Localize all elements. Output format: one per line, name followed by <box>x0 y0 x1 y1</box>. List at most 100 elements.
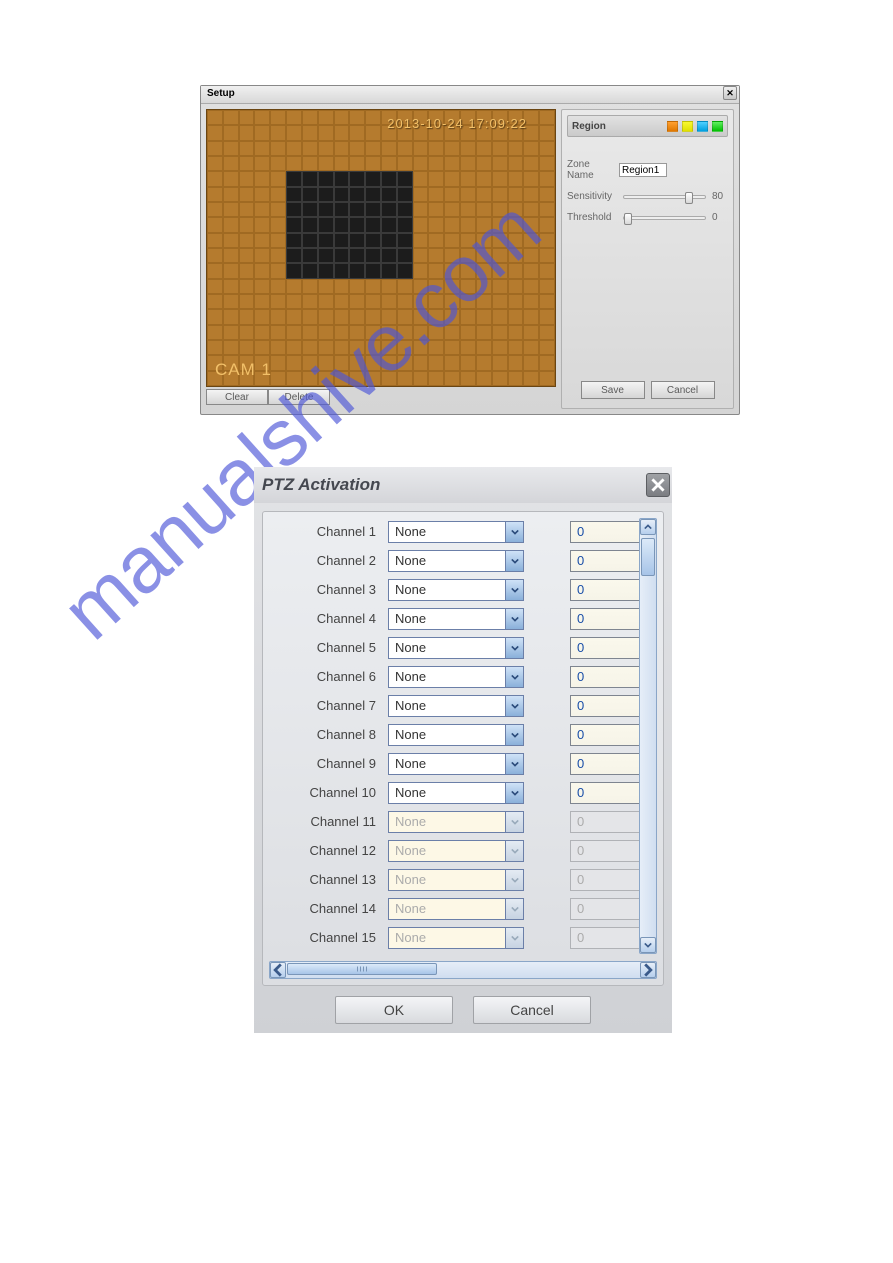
grid-cell[interactable] <box>460 156 476 171</box>
grid-cell[interactable] <box>286 294 302 309</box>
grid-cell[interactable] <box>302 325 318 340</box>
grid-cell[interactable] <box>381 309 397 324</box>
grid-cell[interactable] <box>270 371 286 386</box>
motion-grid[interactable]: 2013-10-24 17:09:22 CAM 1 <box>206 109 556 387</box>
grid-cell[interactable] <box>460 309 476 324</box>
grid-cell[interactable] <box>492 340 508 355</box>
grid-cell[interactable] <box>508 263 524 278</box>
grid-cell[interactable] <box>239 325 255 340</box>
grid-cell[interactable] <box>365 248 381 263</box>
grid-cell[interactable] <box>207 171 223 186</box>
grid-cell[interactable] <box>239 141 255 156</box>
grid-cell[interactable] <box>318 263 334 278</box>
grid-cell[interactable] <box>349 187 365 202</box>
channel-value-input[interactable] <box>570 753 646 775</box>
grid-cell[interactable] <box>365 202 381 217</box>
grid-cell[interactable] <box>397 233 413 248</box>
grid-cell[interactable] <box>302 294 318 309</box>
grid-cell[interactable] <box>476 355 492 370</box>
vscroll-thumb[interactable] <box>641 538 655 576</box>
grid-cell[interactable] <box>318 309 334 324</box>
grid-cell[interactable] <box>254 202 270 217</box>
grid-cell[interactable] <box>539 202 555 217</box>
grid-cell[interactable] <box>365 187 381 202</box>
grid-cell[interactable] <box>365 325 381 340</box>
grid-cell[interactable] <box>365 217 381 232</box>
grid-cell[interactable] <box>270 263 286 278</box>
grid-cell[interactable] <box>476 187 492 202</box>
grid-cell[interactable] <box>460 171 476 186</box>
grid-cell[interactable] <box>476 340 492 355</box>
grid-cell[interactable] <box>254 248 270 263</box>
grid-cell[interactable] <box>302 371 318 386</box>
grid-cell[interactable] <box>413 202 429 217</box>
grid-cell[interactable] <box>334 141 350 156</box>
grid-cell[interactable] <box>270 125 286 140</box>
grid-cell[interactable] <box>428 294 444 309</box>
grid-cell[interactable] <box>523 202 539 217</box>
grid-cell[interactable] <box>539 325 555 340</box>
grid-cell[interactable] <box>381 294 397 309</box>
grid-cell[interactable] <box>381 187 397 202</box>
grid-cell[interactable] <box>460 263 476 278</box>
grid-cell[interactable] <box>302 309 318 324</box>
region-swatch-green[interactable] <box>712 121 723 132</box>
grid-cell[interactable] <box>460 294 476 309</box>
grid-cell[interactable] <box>334 187 350 202</box>
grid-cell[interactable] <box>476 309 492 324</box>
grid-cell[interactable] <box>444 233 460 248</box>
grid-cell[interactable] <box>397 202 413 217</box>
grid-cell[interactable] <box>223 156 239 171</box>
grid-cell[interactable] <box>349 156 365 171</box>
grid-cell[interactable] <box>334 110 350 125</box>
grid-cell[interactable] <box>381 217 397 232</box>
scroll-right-button[interactable] <box>640 962 656 978</box>
grid-cell[interactable] <box>444 371 460 386</box>
grid-cell[interactable] <box>539 156 555 171</box>
grid-cell[interactable] <box>508 171 524 186</box>
region-swatch-cyan[interactable] <box>697 121 708 132</box>
grid-cell[interactable] <box>302 279 318 294</box>
select-dropdown-button[interactable] <box>505 638 523 658</box>
grid-cell[interactable] <box>476 279 492 294</box>
grid-cell[interactable] <box>207 141 223 156</box>
ptz-ok-button[interactable]: OK <box>335 996 453 1024</box>
select-dropdown-button[interactable] <box>505 696 523 716</box>
grid-cell[interactable] <box>508 187 524 202</box>
setup-close-button[interactable]: ✕ <box>723 86 737 100</box>
grid-cell[interactable] <box>334 217 350 232</box>
grid-cell[interactable] <box>460 355 476 370</box>
grid-cell[interactable] <box>270 309 286 324</box>
grid-cell[interactable] <box>207 309 223 324</box>
channel-value-input[interactable] <box>570 724 646 746</box>
grid-cell[interactable] <box>223 263 239 278</box>
grid-cell[interactable] <box>270 141 286 156</box>
grid-cell[interactable] <box>302 263 318 278</box>
grid-cell[interactable] <box>318 217 334 232</box>
grid-cell[interactable] <box>397 141 413 156</box>
grid-cell[interactable] <box>302 171 318 186</box>
grid-cell[interactable] <box>334 233 350 248</box>
grid-cell[interactable] <box>239 263 255 278</box>
grid-cell[interactable] <box>223 233 239 248</box>
grid-cell[interactable] <box>413 309 429 324</box>
grid-cell[interactable] <box>334 202 350 217</box>
channel-option-select[interactable]: None <box>388 724 524 746</box>
grid-cell[interactable] <box>207 125 223 140</box>
grid-cell[interactable] <box>523 279 539 294</box>
grid-cell[interactable] <box>476 171 492 186</box>
grid-cell[interactable] <box>413 217 429 232</box>
grid-cell[interactable] <box>523 371 539 386</box>
grid-cell[interactable] <box>413 340 429 355</box>
grid-cell[interactable] <box>460 233 476 248</box>
grid-cell[interactable] <box>239 233 255 248</box>
grid-cell[interactable] <box>302 141 318 156</box>
grid-cell[interactable] <box>460 187 476 202</box>
grid-cell[interactable] <box>365 110 381 125</box>
grid-cell[interactable] <box>349 294 365 309</box>
grid-cell[interactable] <box>539 340 555 355</box>
grid-cell[interactable] <box>286 309 302 324</box>
grid-cell[interactable] <box>365 263 381 278</box>
grid-cell[interactable] <box>476 371 492 386</box>
grid-cell[interactable] <box>397 325 413 340</box>
